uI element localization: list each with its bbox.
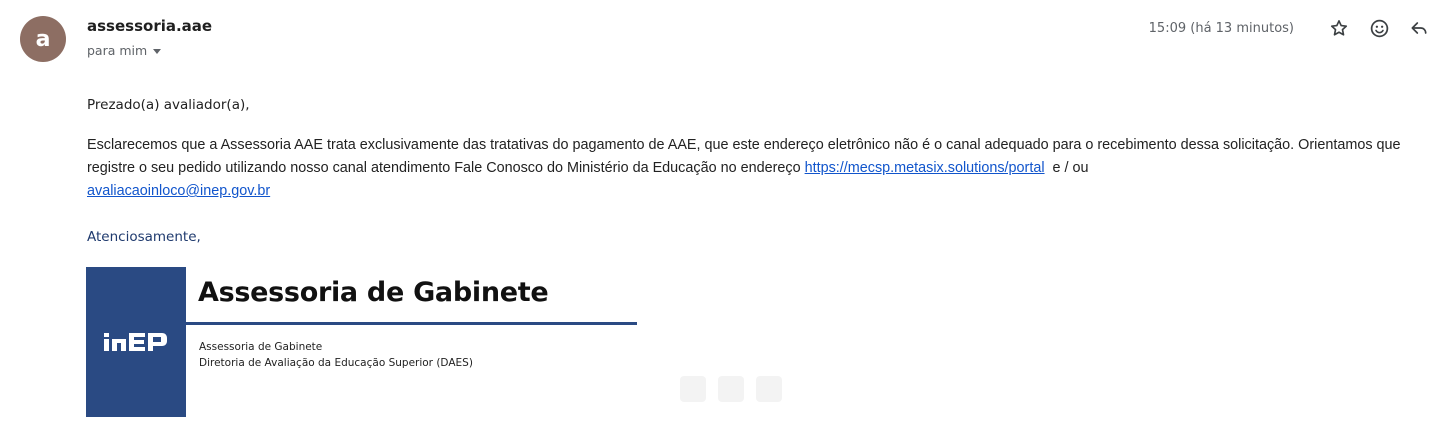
paragraph-text-2: e / ou: [1044, 160, 1093, 176]
reply-icon[interactable]: [1406, 15, 1432, 41]
recipients-label: para mim: [87, 43, 148, 58]
faded-placeholder: [680, 376, 706, 402]
faded-placeholder: [756, 376, 782, 402]
signature-divider: [186, 322, 637, 325]
signature-department: Assessoria de Gabinete: [199, 341, 323, 353]
signature-directorate: Diretoria de Avaliação da Educação Super…: [199, 357, 473, 369]
message-meta: 15:09 (há 13 minutos): [1149, 14, 1432, 42]
star-icon[interactable]: [1326, 15, 1352, 41]
sender-avatar[interactable]: a: [20, 16, 66, 62]
faded-placeholder: [718, 376, 744, 402]
email-link[interactable]: avaliacaoinloco@inep.gov.br: [87, 183, 270, 199]
email-greeting: Prezado(a) avaliador(a),: [87, 97, 250, 113]
inep-logo: [86, 267, 186, 417]
email-paragraph: Esclarecemos que a Assessoria AAE trata …: [87, 134, 1427, 203]
recipients-toggle[interactable]: para mim: [87, 43, 162, 58]
email-closing: Atenciosamente,: [87, 229, 201, 245]
paragraph-text-1: Esclarecemos que a Assessoria AAE trata …: [87, 137, 1401, 176]
message-timestamp: 15:09 (há 13 minutos): [1148, 20, 1294, 36]
email-signature: Assessoria de Gabinete Assessoria de Gab…: [86, 267, 646, 417]
emoji-icon[interactable]: [1366, 15, 1392, 41]
portal-link[interactable]: https://mecsp.metasix.solutions/portal: [805, 160, 1045, 176]
signature-title: Assessoria de Gabinete: [198, 277, 549, 308]
sender-name[interactable]: assessoria.aae: [87, 17, 212, 35]
chevron-down-icon: [153, 48, 162, 54]
